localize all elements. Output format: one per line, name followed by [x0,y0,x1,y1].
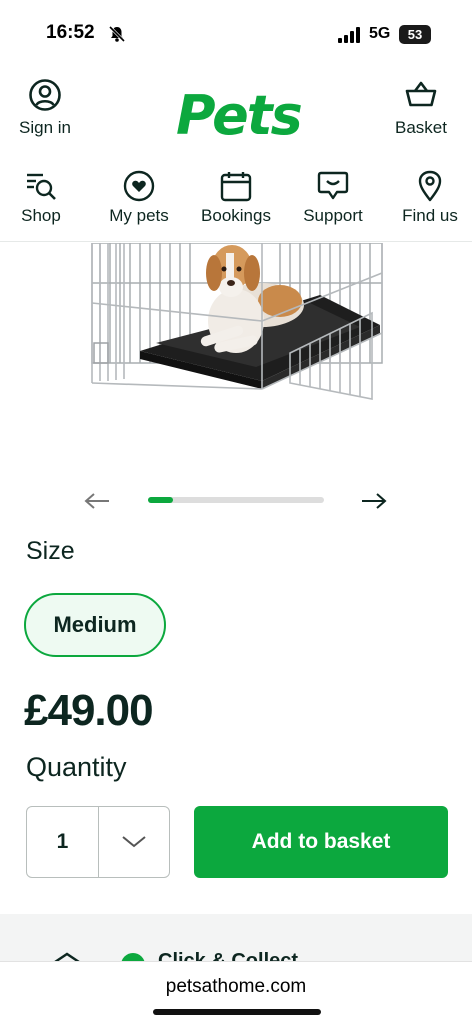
size-option-medium[interactable]: Medium [24,593,166,657]
nav-label-find-us: Find us [402,206,458,225]
calendar-icon [220,172,252,202]
basket-label: Basket [395,118,447,137]
nav-item-bookings[interactable]: Bookings [196,170,276,226]
heart-icon [123,170,155,202]
signal-icon [338,27,360,43]
product-image[interactable] [0,243,472,483]
quantity-label: Quantity [26,752,127,782]
carousel-progress-fill [148,497,173,503]
nav-label-shop: Shop [21,206,61,225]
user-icon [29,79,61,111]
location-pin-icon [418,170,442,202]
quantity-value: 1 [27,807,99,877]
pets-logo[interactable]: Pets [176,84,303,147]
battery-icon: 53 [399,25,431,44]
size-label: Size [26,537,75,565]
add-to-basket-button[interactable]: Add to basket [194,806,448,878]
nav-label-my-pets: My pets [109,206,169,225]
carousel-progress-track [148,497,324,503]
quantity-dropdown-toggle[interactable] [99,807,169,877]
sign-in-button[interactable]: Sign in [14,78,76,138]
product-price: £49.00 [24,686,154,735]
next-image-button[interactable] [359,488,389,514]
network-type: 5G [369,25,391,42]
browser-bottom-bar: petsathome.com [0,961,472,1024]
status-time: 16:52 [46,22,95,43]
nav-item-find-us[interactable]: Find us [398,170,462,226]
dog-crate-image [91,243,383,400]
site-header: Sign in Pets Basket [0,62,472,162]
sign-in-label: Sign in [19,118,71,137]
chevron-down-icon [122,836,146,848]
basket-button[interactable]: Basket [388,78,454,138]
search-list-icon [27,173,56,200]
nav-item-shop[interactable]: Shop [18,170,64,226]
previous-image-button[interactable] [82,488,112,514]
main-nav: Shop My pets Bookings Support Find us [0,170,472,242]
nav-label-bookings: Bookings [201,206,271,225]
arrow-left-icon [84,493,109,509]
quantity-select[interactable]: 1 [26,806,170,878]
chat-icon [317,171,349,200]
bell-muted-icon [108,25,126,43]
nav-label-support: Support [303,206,363,225]
arrow-right-icon [362,493,387,509]
nav-item-my-pets[interactable]: My pets [106,170,172,226]
status-bar: 16:52 5G 53 [0,0,472,62]
basket-icon [405,81,437,107]
nav-item-support[interactable]: Support [298,170,368,226]
home-indicator[interactable] [153,1009,321,1015]
browser-url[interactable]: petsathome.com [0,976,472,998]
